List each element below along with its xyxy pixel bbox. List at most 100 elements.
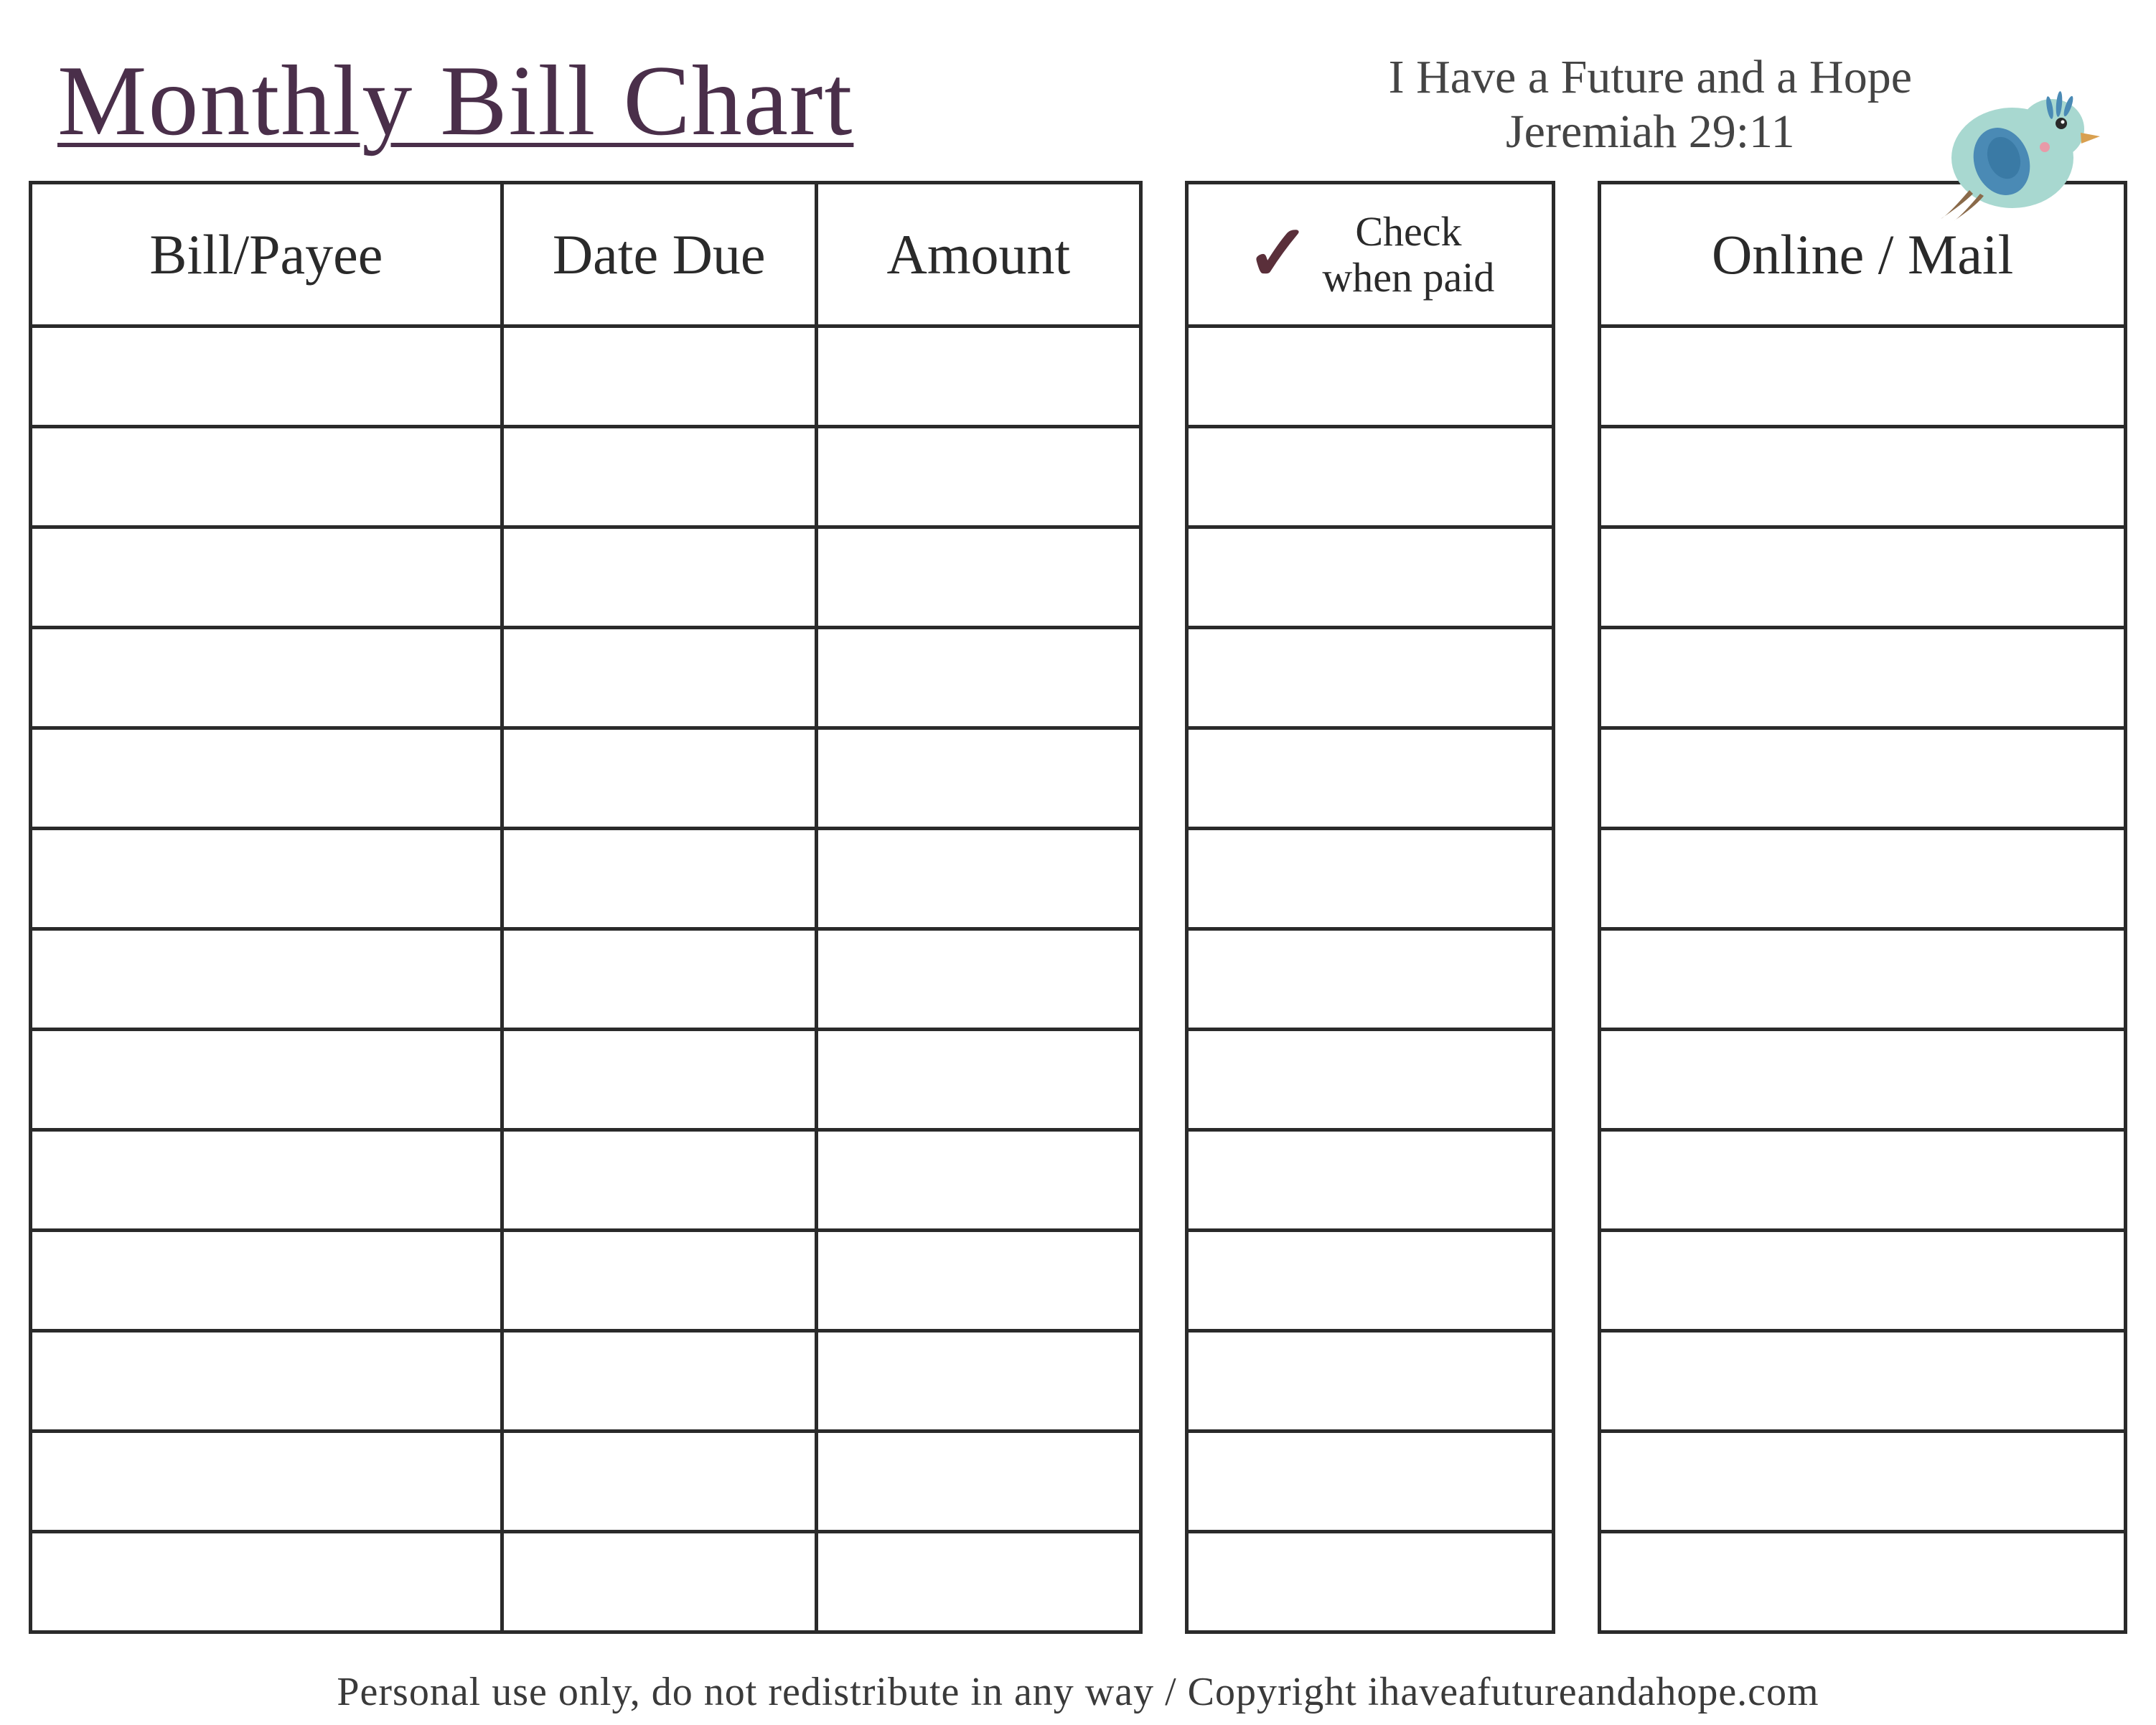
cell-bill-payee[interactable] xyxy=(31,628,502,728)
cell-check-when-paid[interactable] xyxy=(1187,527,1554,628)
gap xyxy=(1554,1432,1600,1532)
quote-line2: Jeremiah 29:11 xyxy=(1389,105,1912,159)
table-row xyxy=(31,326,2126,427)
cell-amount[interactable] xyxy=(816,1231,1140,1331)
cell-amount[interactable] xyxy=(816,1030,1140,1130)
gap xyxy=(1554,929,1600,1030)
cell-check-when-paid[interactable] xyxy=(1187,326,1554,427)
cell-check-when-paid[interactable] xyxy=(1187,1231,1554,1331)
cell-check-when-paid[interactable] xyxy=(1187,829,1554,929)
gap xyxy=(1141,326,1187,427)
cell-bill-payee[interactable] xyxy=(31,829,502,929)
gap xyxy=(1141,829,1187,929)
gap xyxy=(1554,1532,1600,1632)
cell-online-mail[interactable] xyxy=(1600,929,2126,1030)
col-date-due: Date Due xyxy=(502,183,816,326)
cell-bill-payee[interactable] xyxy=(31,527,502,628)
cell-date-due[interactable] xyxy=(502,326,816,427)
cell-date-due[interactable] xyxy=(502,1130,816,1231)
gap xyxy=(1141,1432,1187,1532)
cell-online-mail[interactable] xyxy=(1600,1130,2126,1231)
cell-date-due[interactable] xyxy=(502,628,816,728)
cell-online-mail[interactable] xyxy=(1600,1231,2126,1331)
cell-amount[interactable] xyxy=(816,929,1140,1030)
table-header-row: Bill/Payee Date Due Amount ✓ Check when … xyxy=(31,183,2126,326)
cell-online-mail[interactable] xyxy=(1600,728,2126,829)
gap xyxy=(1141,427,1187,527)
gap xyxy=(1554,427,1600,527)
cell-bill-payee[interactable] xyxy=(31,728,502,829)
table-row xyxy=(31,929,2126,1030)
cell-amount[interactable] xyxy=(816,427,1140,527)
cell-date-due[interactable] xyxy=(502,1331,816,1432)
cell-online-mail[interactable] xyxy=(1600,1432,2126,1532)
cell-date-due[interactable] xyxy=(502,1432,816,1532)
cell-online-mail[interactable] xyxy=(1600,829,2126,929)
checkmark-icon: ✓ xyxy=(1246,216,1311,293)
table-row xyxy=(31,628,2126,728)
table-row xyxy=(31,427,2126,527)
cell-check-when-paid[interactable] xyxy=(1187,628,1554,728)
cell-date-due[interactable] xyxy=(502,527,816,628)
col-bill-payee: Bill/Payee xyxy=(31,183,502,326)
gap xyxy=(1141,929,1187,1030)
gap xyxy=(1554,1030,1600,1130)
cell-bill-payee[interactable] xyxy=(31,1231,502,1331)
cell-amount[interactable] xyxy=(816,326,1140,427)
table-row xyxy=(31,1331,2126,1432)
cell-date-due[interactable] xyxy=(502,1532,816,1632)
cell-check-when-paid[interactable] xyxy=(1187,1331,1554,1432)
cell-bill-payee[interactable] xyxy=(31,326,502,427)
cell-amount[interactable] xyxy=(816,527,1140,628)
cell-amount[interactable] xyxy=(816,1331,1140,1432)
cell-bill-payee[interactable] xyxy=(31,427,502,527)
cell-date-due[interactable] xyxy=(502,728,816,829)
gap xyxy=(1141,1331,1187,1432)
gap xyxy=(1141,527,1187,628)
cell-date-due[interactable] xyxy=(502,1231,816,1331)
cell-amount[interactable] xyxy=(816,728,1140,829)
gap xyxy=(1554,183,1600,326)
gap xyxy=(1141,183,1187,326)
cell-check-when-paid[interactable] xyxy=(1187,427,1554,527)
cell-bill-payee[interactable] xyxy=(31,1331,502,1432)
cell-bill-payee[interactable] xyxy=(31,1030,502,1130)
cell-amount[interactable] xyxy=(816,628,1140,728)
table-row xyxy=(31,1432,2126,1532)
cell-check-when-paid[interactable] xyxy=(1187,1130,1554,1231)
cell-check-when-paid[interactable] xyxy=(1187,1030,1554,1130)
table-row xyxy=(31,728,2126,829)
cell-bill-payee[interactable] xyxy=(31,1532,502,1632)
cell-check-when-paid[interactable] xyxy=(1187,1532,1554,1632)
table-row xyxy=(31,527,2126,628)
cell-date-due[interactable] xyxy=(502,427,816,527)
gap xyxy=(1554,829,1600,929)
cell-amount[interactable] xyxy=(816,829,1140,929)
gap xyxy=(1141,628,1187,728)
page-title: Monthly Bill Chart xyxy=(57,43,853,159)
cell-bill-payee[interactable] xyxy=(31,1432,502,1532)
gap xyxy=(1554,1231,1600,1331)
cell-date-due[interactable] xyxy=(502,829,816,929)
cell-online-mail[interactable] xyxy=(1600,326,2126,427)
cell-check-when-paid[interactable] xyxy=(1187,1432,1554,1532)
gap xyxy=(1141,1532,1187,1632)
cell-online-mail[interactable] xyxy=(1600,1532,2126,1632)
cell-date-due[interactable] xyxy=(502,1030,816,1130)
cell-bill-payee[interactable] xyxy=(31,929,502,1030)
cell-amount[interactable] xyxy=(816,1432,1140,1532)
cell-online-mail[interactable] xyxy=(1600,1030,2126,1130)
cell-online-mail[interactable] xyxy=(1600,427,2126,527)
cell-amount[interactable] xyxy=(816,1130,1140,1231)
table-row xyxy=(31,1130,2126,1231)
cell-check-when-paid[interactable] xyxy=(1187,728,1554,829)
cell-bill-payee[interactable] xyxy=(31,1130,502,1231)
cell-amount[interactable] xyxy=(816,1532,1140,1632)
cell-date-due[interactable] xyxy=(502,929,816,1030)
cell-online-mail[interactable] xyxy=(1600,628,2126,728)
col-check-when-paid: ✓ Check when paid xyxy=(1187,183,1554,326)
cell-online-mail[interactable] xyxy=(1600,1331,2126,1432)
table-row xyxy=(31,1231,2126,1331)
cell-online-mail[interactable] xyxy=(1600,527,2126,628)
cell-check-when-paid[interactable] xyxy=(1187,929,1554,1030)
